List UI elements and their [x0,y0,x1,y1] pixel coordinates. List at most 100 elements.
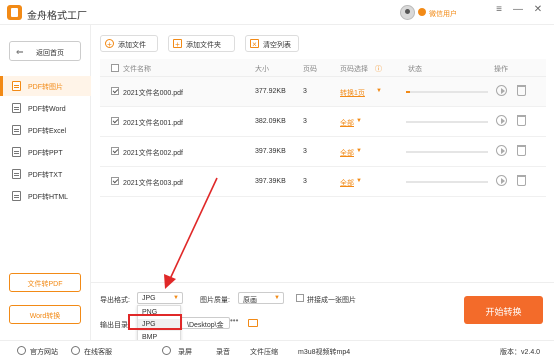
file-icon [12,191,21,201]
row-checkbox[interactable] [111,147,119,155]
version-text: 版本：v2.4.0 [500,349,541,356]
quality-label: 图片质量: [200,297,230,304]
file-size: 397.39KB [255,178,286,185]
merge-label: 拼接成一张图片 [307,297,356,304]
m3u8-to-mp4-link[interactable]: m3u8视频转mp4 [298,347,350,357]
trash-icon[interactable] [517,115,526,126]
row-checkbox[interactable] [111,87,119,95]
chevron-down-icon[interactable]: ▼ [376,88,382,94]
row-checkbox[interactable] [111,117,119,125]
header-pages: 页码 [303,66,317,73]
word-convert-button[interactable]: Word转换 [9,305,81,324]
add-folder-button[interactable]: + 添加文件夹 [168,35,235,52]
table-row[interactable]: 2021文件名002.pdf 397.39KB 3 全部 ▼ [100,137,546,167]
table-row[interactable]: 2021文件名003.pdf 397.39KB 3 全部 ▼ [100,167,546,197]
sidebar-item-pdf-to-ppt[interactable]: PDF转PPT [0,142,91,162]
app-title: 金舟格式工厂 [27,11,87,22]
clear-list-label: 清空列表 [263,42,291,49]
file-pages: 3 [303,118,307,125]
start-convert-button[interactable]: 开始转换 [464,296,543,324]
page-select-dropdown[interactable]: 全部 [340,118,354,128]
chevron-down-icon: ▼ [173,295,179,301]
chevron-down-icon: ▼ [274,295,280,301]
quality-select[interactable]: 原画 ▼ [238,292,284,304]
title-bar: 金舟格式工厂 微信用户 ≡ — ✕ [0,0,554,25]
table-header: 文件名称 大小 页码 页码选择 ⓘ 状态 操作 [100,59,546,77]
file-icon [12,81,21,91]
add-file-button[interactable]: + 添加文件 [100,35,158,52]
chevron-down-icon[interactable]: ▼ [356,178,362,184]
official-site-link[interactable]: 官方网站 [30,347,58,357]
sidebar-item-pdf-to-word[interactable]: PDF转Word [0,98,91,118]
add-folder-label: 添加文件夹 [186,42,221,49]
select-all-checkbox[interactable] [111,64,119,72]
chevron-down-icon[interactable]: ▼ [356,148,362,154]
progress-bar [406,151,488,153]
page-select-dropdown[interactable]: 全部 [340,178,354,188]
status-bar: 官方网站 在线客服 录屏 录音 文件压缩 m3u8视频转mp4 版本：v2.4.… [0,340,554,360]
file-name: 2021文件名003.pdf [123,180,183,187]
online-support-link[interactable]: 在线客服 [84,347,112,357]
sidebar-item-pdf-to-txt[interactable]: PDF转TXT [0,164,91,184]
progress-bar [406,91,488,93]
file-pages: 3 [303,148,307,155]
file-name: 2021文件名001.pdf [123,120,183,127]
vip-badge-icon [418,8,426,16]
highlight-box [128,314,182,330]
sidebar-item-pdf-to-excel[interactable]: PDF转Excel [0,120,91,140]
table-row[interactable]: 2021文件名000.pdf 377.92KB 3 转换1页 ▼ [100,77,546,107]
close-icon[interactable]: ✕ [531,4,545,15]
screen-record-link[interactable]: 录屏 [178,347,192,357]
info-icon[interactable]: ⓘ [375,64,382,74]
header-size: 大小 [255,66,269,73]
play-icon[interactable] [496,85,507,96]
sidebar-item-pdf-to-image[interactable]: PDF转图片 [0,76,91,96]
file-compress-link[interactable]: 文件压缩 [250,347,278,357]
page-select-dropdown[interactable]: 转换1页 [340,88,365,98]
merge-checkbox[interactable] [296,294,304,302]
home-button[interactable]: ⇐ 返回首页 [9,41,81,61]
home-button-label: 返回首页 [36,50,64,57]
file-to-pdf-button[interactable]: 文件转PDF [9,273,81,292]
output-label: 输出目录: [100,322,130,329]
format-select[interactable]: JPG ▼ [137,292,183,304]
header-action: 操作 [494,66,508,73]
back-arrow-icon: ⇐ [16,47,24,57]
quality-value: 原画 [243,297,257,304]
sidebar-item-label: PDF转PPT [28,150,63,157]
minimize-icon[interactable]: — [511,4,525,15]
menu-icon[interactable]: ≡ [492,4,506,15]
audio-record-link[interactable]: 录音 [216,347,230,357]
trash-icon[interactable] [517,85,526,96]
file-size: 397.39KB [255,148,286,155]
trash-icon[interactable] [517,145,526,156]
chevron-down-icon[interactable]: ▼ [356,118,362,124]
sidebar-item-pdf-to-html[interactable]: PDF转HTML [0,186,91,206]
page-select-dropdown[interactable]: 全部 [340,148,354,158]
sidebar-item-label: PDF转HTML [28,194,69,201]
row-checkbox[interactable] [111,177,119,185]
clear-list-button[interactable]: × 清空列表 [245,35,299,52]
progress-bar [406,181,488,183]
plus-icon: + [105,39,114,49]
globe-icon [17,346,26,355]
header-name: 文件名称 [123,66,151,73]
user-avatar[interactable] [400,5,415,20]
clear-icon: × [250,39,259,49]
header-status: 状态 [408,66,422,73]
sidebar-item-label: PDF转Word [28,106,66,113]
header-page-select: 页码选择 [340,66,368,73]
table-row[interactable]: 2021文件名001.pdf 382.09KB 3 全部 ▼ [100,107,546,137]
sidebar-item-label: PDF转TXT [28,172,63,179]
play-icon[interactable] [496,175,507,186]
play-icon[interactable] [496,145,507,156]
trash-icon[interactable] [517,175,526,186]
play-icon[interactable] [496,115,507,126]
sidebar-item-label: PDF转Excel [28,128,67,135]
user-name[interactable]: 微信用户 [429,9,457,19]
more-icon[interactable]: ••• [230,316,238,325]
folder-icon[interactable] [248,319,258,327]
file-pages: 3 [303,88,307,95]
file-icon [12,125,21,135]
folder-plus-icon: + [173,39,182,49]
